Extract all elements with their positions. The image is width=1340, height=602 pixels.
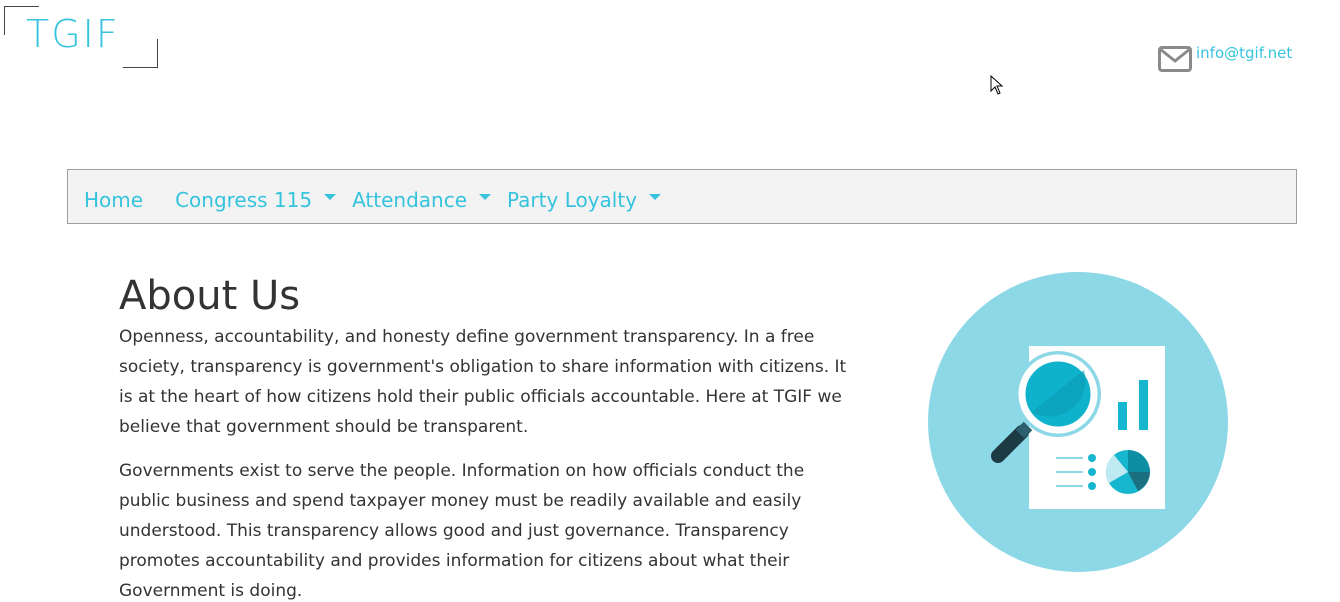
about-paragraph-2: Governments exist to serve the people. I…: [119, 461, 805, 601]
nav-item-label: Party Loyalty: [507, 187, 638, 212]
magnifier-report-icon: [928, 272, 1228, 572]
caret-down-icon: [324, 193, 337, 200]
about-paragraph-1: Openness, accountability, and honesty de…: [119, 327, 847, 437]
logo-corner-bottom-right: [123, 39, 158, 68]
logo-text: TGIF: [26, 12, 120, 56]
nav-item-label: Congress 115: [175, 187, 313, 212]
nav-item-label: Attendance: [352, 187, 468, 212]
site-logo[interactable]: TGIF: [4, 6, 158, 68]
about-section: About Us Openness, accountability, and h…: [119, 270, 849, 602]
contact-info: info@tgif.net: [1158, 44, 1292, 72]
caret-down-icon: [479, 193, 492, 200]
email-link[interactable]: info@tgif.net: [1196, 44, 1292, 62]
main-navbar: Home Congress 115 Attendance Party Loyal…: [67, 169, 1297, 224]
nav-item-party-loyalty[interactable]: Party Loyalty: [507, 182, 662, 212]
nav-item-home[interactable]: Home: [84, 182, 143, 212]
envelope-icon: [1158, 46, 1192, 72]
nav-item-attendance[interactable]: Attendance: [352, 182, 492, 212]
page-title: About Us: [119, 273, 301, 319]
nav-item-label: Home: [84, 187, 144, 212]
nav-item-congress-115[interactable]: Congress 115: [175, 182, 337, 212]
mouse-cursor-icon: [990, 75, 1004, 95]
caret-down-icon: [649, 193, 662, 200]
